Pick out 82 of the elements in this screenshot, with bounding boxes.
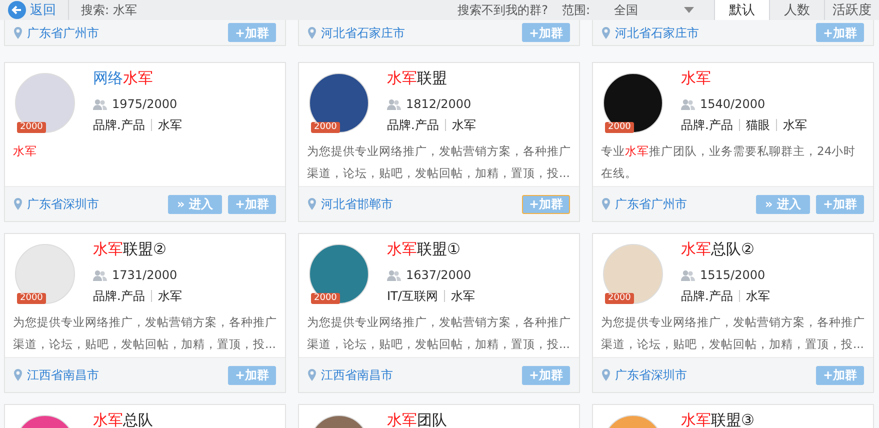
not-found-link[interactable]: 搜索不到我的群? (458, 4, 562, 16)
member-count: 1812/2000 (406, 96, 472, 113)
category-tag: 品牌.产品 (681, 116, 733, 134)
category-tag: 水军 (746, 287, 770, 305)
level-badge: 2000 (311, 293, 340, 304)
group-description: 专业水军推广团队，业务需要私聊群主，24小时在线。 (600, 143, 857, 182)
search-query: 搜索: 水军 (80, 4, 137, 16)
location-link[interactable]: 河北省石家庄市 (308, 24, 405, 42)
join-group-button[interactable]: +加群 (228, 23, 276, 42)
group-title[interactable]: 网络水军 (93, 70, 182, 87)
category-tag: 品牌.产品 (387, 116, 439, 134)
category-tag: 水军 (158, 287, 182, 305)
group-title[interactable]: 水军团队 (387, 412, 447, 428)
member-count: 1515/2000 (700, 267, 766, 284)
back-link[interactable]: 返回 (0, 1, 68, 19)
enter-button[interactable]: » 进入 (756, 194, 810, 214)
category-tag: 品牌.产品 (93, 116, 145, 134)
group-title[interactable]: 水军联盟① (387, 241, 475, 258)
location-link[interactable]: 河北省石家庄市 (602, 24, 699, 42)
location-pin-icon (308, 198, 316, 210)
level-badge: 2000 (605, 293, 634, 304)
location-link[interactable]: 广东省广州市 (602, 195, 687, 213)
caret-icon (684, 7, 694, 13)
sort-tab[interactable]: 默认 (714, 0, 769, 20)
join-group-button[interactable]: +加群 (228, 194, 276, 214)
location-pin-icon (308, 26, 316, 38)
category-tag: 品牌.产品 (681, 287, 733, 305)
scope-label: 范围: (562, 4, 591, 16)
location-pin-icon (602, 198, 610, 210)
group-title[interactable]: 水军总队② (681, 241, 770, 258)
location-link[interactable]: 广东省深圳市 (14, 195, 99, 213)
group-description: 为您提供专业网络推广，发帖营销方案，各种推广渠道，论坛，贴吧，发帖回帖，加精，置顶，投... (12, 314, 278, 353)
level-badge: 2000 (605, 122, 634, 133)
category-tag: 猫眼 (746, 116, 770, 134)
category-tag: 水军 (782, 116, 807, 134)
members-icon (93, 98, 107, 110)
category-tag: IT/互联网 (387, 287, 438, 305)
members-icon (387, 98, 401, 110)
level-badge: 2000 (17, 122, 46, 133)
join-group-button[interactable]: +加群 (228, 366, 276, 384)
group-title[interactable]: 水军联盟 (387, 70, 476, 87)
join-group-button[interactable]: +加群 (522, 23, 570, 42)
group-title[interactable]: 水军联盟③ (681, 412, 754, 428)
group-description: 为您提供专业网络推广，发帖营销方案，各种推广渠道，论坛，贴吧，发帖回帖，加精，置顶，投... (600, 314, 866, 353)
location-link[interactable]: 广东省深圳市 (602, 366, 687, 384)
location-link[interactable]: 江西省南昌市 (308, 366, 393, 384)
location-pin-icon (602, 369, 610, 381)
scope-dropdown[interactable]: 全国 (604, 0, 714, 20)
category-tag: 水军 (452, 116, 476, 134)
group-title[interactable]: 水军 (681, 70, 807, 87)
members-icon (387, 270, 401, 280)
enter-button[interactable]: » 进入 (168, 194, 222, 214)
category-tag: 水军 (450, 287, 475, 305)
location-pin-icon (602, 26, 610, 38)
location-pin-icon (14, 369, 22, 381)
group-description: 为您提供专业网络推广，发帖营销方案，各种推广渠道，论坛，贴吧，发帖回帖，加精，置顶，投... (306, 143, 572, 182)
join-group-button[interactable]: +加群 (816, 23, 864, 42)
join-group-button[interactable]: +加群 (816, 366, 864, 384)
level-badge: 2000 (17, 293, 46, 304)
group-title[interactable]: 水军总队 (93, 412, 153, 428)
location-pin-icon (14, 198, 22, 210)
group-description: 为您提供专业网络推广，发帖营销方案，各种推广渠道，论坛，贴吧，发帖回帖，加精，置顶，投... (306, 314, 572, 353)
location-pin-icon (308, 369, 316, 381)
members-icon (681, 270, 695, 280)
members-icon (681, 98, 695, 110)
location-pin-icon (14, 26, 22, 38)
member-count: 1731/2000 (112, 267, 178, 284)
category-tag: 水军 (158, 116, 182, 134)
location-link[interactable]: 河北省邯郸市 (308, 195, 393, 213)
group-description: 水军 (12, 143, 38, 160)
location-link[interactable]: 广东省广州市 (14, 24, 99, 42)
category-tag: 品牌.产品 (93, 287, 145, 305)
level-badge: 2000 (311, 122, 340, 133)
member-count: 1540/2000 (700, 96, 766, 113)
location-link[interactable]: 江西省南昌市 (14, 366, 99, 384)
join-group-button[interactable]: +加群 (522, 366, 570, 384)
member-count: 1975/2000 (112, 96, 178, 113)
members-icon (93, 270, 107, 280)
join-group-button[interactable]: +加群 (816, 194, 864, 214)
group-title[interactable]: 水军联盟② (93, 241, 182, 258)
member-count: 1637/2000 (406, 267, 472, 284)
join-group-button[interactable]: +加群 (522, 194, 570, 214)
